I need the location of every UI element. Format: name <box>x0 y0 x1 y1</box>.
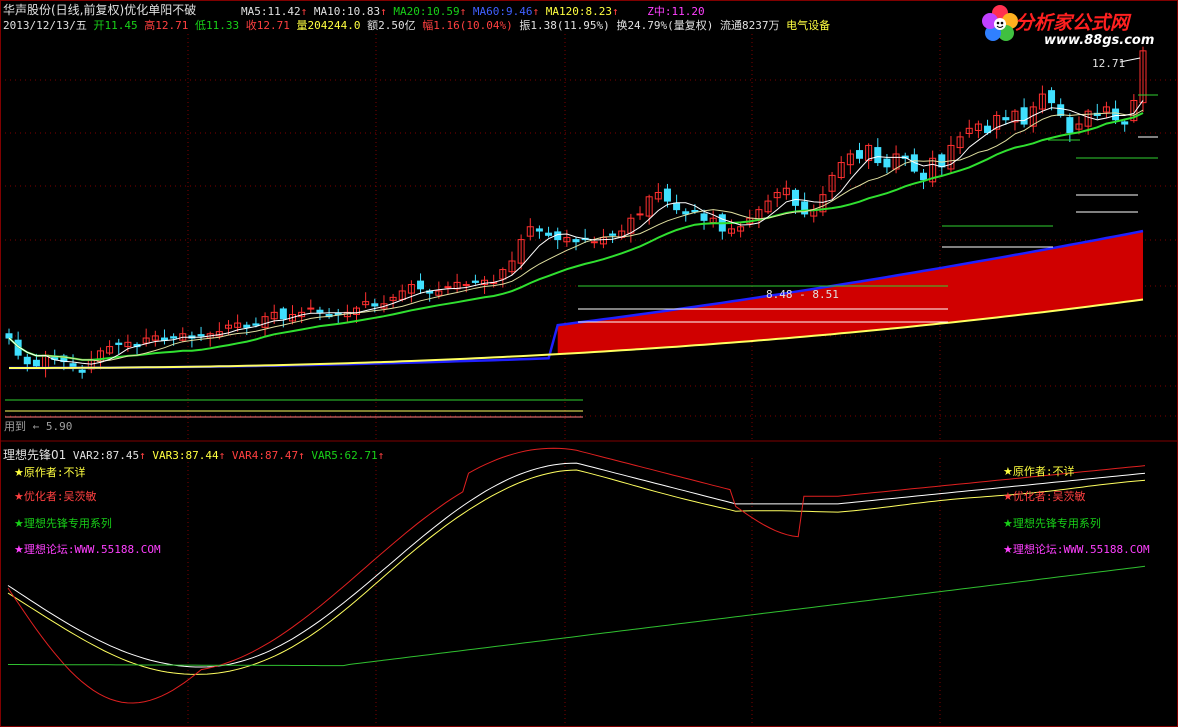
candle-body <box>5 333 13 339</box>
star-icon: ★ <box>1003 490 1013 503</box>
star-icon: ★ <box>1003 465 1013 478</box>
candle-body <box>545 232 553 236</box>
var2-label: VAR2: <box>72 449 107 462</box>
credit-author-left: ★原作者:不详 <box>14 464 86 480</box>
candle-body <box>874 147 882 164</box>
var4-value: 87.47 <box>265 449 299 462</box>
credit-optimizer-text: 优化者:吴茨敏 <box>1012 490 1086 503</box>
candle-body <box>791 189 799 206</box>
var5-value: 62.71 <box>344 449 378 462</box>
candle-body <box>1112 108 1120 121</box>
candle-body <box>279 308 287 320</box>
candle-body <box>856 150 863 159</box>
candle-body <box>1057 104 1065 116</box>
indicator-header: 理想先锋01 VAR2:87.45↑ VAR3:87.44↑ VAR4:87.4… <box>3 446 384 463</box>
chart-frame <box>0 0 1178 727</box>
low-price-label: 用到 ← 5.90 <box>4 420 73 433</box>
credit-series-left: ★理想先锋专用系列 <box>14 515 112 531</box>
arrow-up-icon: ↑ <box>377 449 385 462</box>
var4-label: VAR4: <box>231 449 266 462</box>
credit-series-text: 理想先锋专用系列 <box>1012 517 1101 530</box>
credit-author-right: ★原作者:不详 <box>1003 463 1075 479</box>
var5-label: VAR5: <box>311 449 345 462</box>
peak-price-label: 12.71 <box>1092 57 1126 70</box>
candle-body <box>682 211 690 215</box>
candle-body <box>471 280 479 283</box>
candle-body <box>316 309 324 313</box>
star-icon: ★ <box>14 466 24 479</box>
arrow-up-icon: ↑ <box>218 449 226 462</box>
range-label: 8.48 - 8.51 <box>766 288 839 301</box>
arrow-up-icon: ↑ <box>298 449 305 462</box>
star-icon: ★ <box>1003 543 1013 556</box>
candle-body <box>663 188 671 202</box>
candle-body <box>673 202 681 211</box>
candle-body <box>1020 107 1028 125</box>
var5-line <box>8 565 1146 667</box>
credit-series-right: ★理想先锋专用系列 <box>1003 515 1101 531</box>
var3-line <box>7 469 1146 675</box>
candle-body <box>32 359 40 367</box>
star-icon: ★ <box>14 490 24 503</box>
credit-author-text: 原作者:不详 <box>1012 465 1075 478</box>
candle-body <box>920 172 928 181</box>
arrow-up-icon: ↑ <box>139 449 146 462</box>
candle-body <box>572 239 580 243</box>
credit-forum-right: ★理想论坛:WWW.55188.COM <box>1003 541 1150 557</box>
candle-body <box>334 312 342 316</box>
candle-body <box>243 324 251 328</box>
credit-forum-text: 理想论坛:WWW.55188.COM <box>1012 543 1150 556</box>
candle-body <box>700 213 708 221</box>
var3-value: 87.44 <box>185 449 219 462</box>
candle-body <box>197 334 205 337</box>
credit-optimizer-right: ★优化者:吴茨敏 <box>1003 488 1086 504</box>
candle-body <box>609 233 617 236</box>
candle-body <box>535 228 543 232</box>
credit-optimizer-text: 优化者:吴茨敏 <box>23 490 97 503</box>
indicator-name: 理想先锋01 <box>3 448 67 462</box>
candle-body <box>115 342 123 345</box>
candlestick-panel[interactable] <box>0 0 1178 727</box>
candle-body <box>444 286 452 289</box>
candle-body <box>590 241 598 244</box>
credit-forum-text: 理想论坛:WWW.55188.COM <box>23 543 161 556</box>
candle-body <box>636 213 644 216</box>
credit-series-text: 理想先锋专用系列 <box>23 517 112 530</box>
var3-label: VAR3: <box>152 449 186 462</box>
candle-body <box>1121 121 1129 125</box>
candle-body <box>938 154 946 168</box>
candle-body <box>462 284 470 287</box>
candle-body <box>252 323 260 326</box>
credit-forum-left: ★理想论坛:WWW.55188.COM <box>14 541 161 557</box>
candle-body <box>307 307 315 310</box>
candle-body <box>1002 117 1010 121</box>
candle-body <box>371 303 379 307</box>
var2-value: 87.45 <box>106 449 140 462</box>
star-icon: ★ <box>1003 517 1013 530</box>
credit-author-text: 原作者:不详 <box>23 466 86 479</box>
candle-body <box>1048 90 1056 104</box>
candle-body <box>883 158 891 168</box>
star-icon: ★ <box>14 517 24 530</box>
candle-body <box>1066 117 1074 134</box>
candle-body <box>78 369 86 373</box>
candle-body <box>170 336 178 339</box>
candle-body <box>23 356 31 365</box>
star-icon: ★ <box>14 543 24 556</box>
credit-optimizer-left: ★优化者:吴茨敏 <box>14 488 97 504</box>
candle-body <box>160 337 168 341</box>
candle-body <box>417 280 425 290</box>
